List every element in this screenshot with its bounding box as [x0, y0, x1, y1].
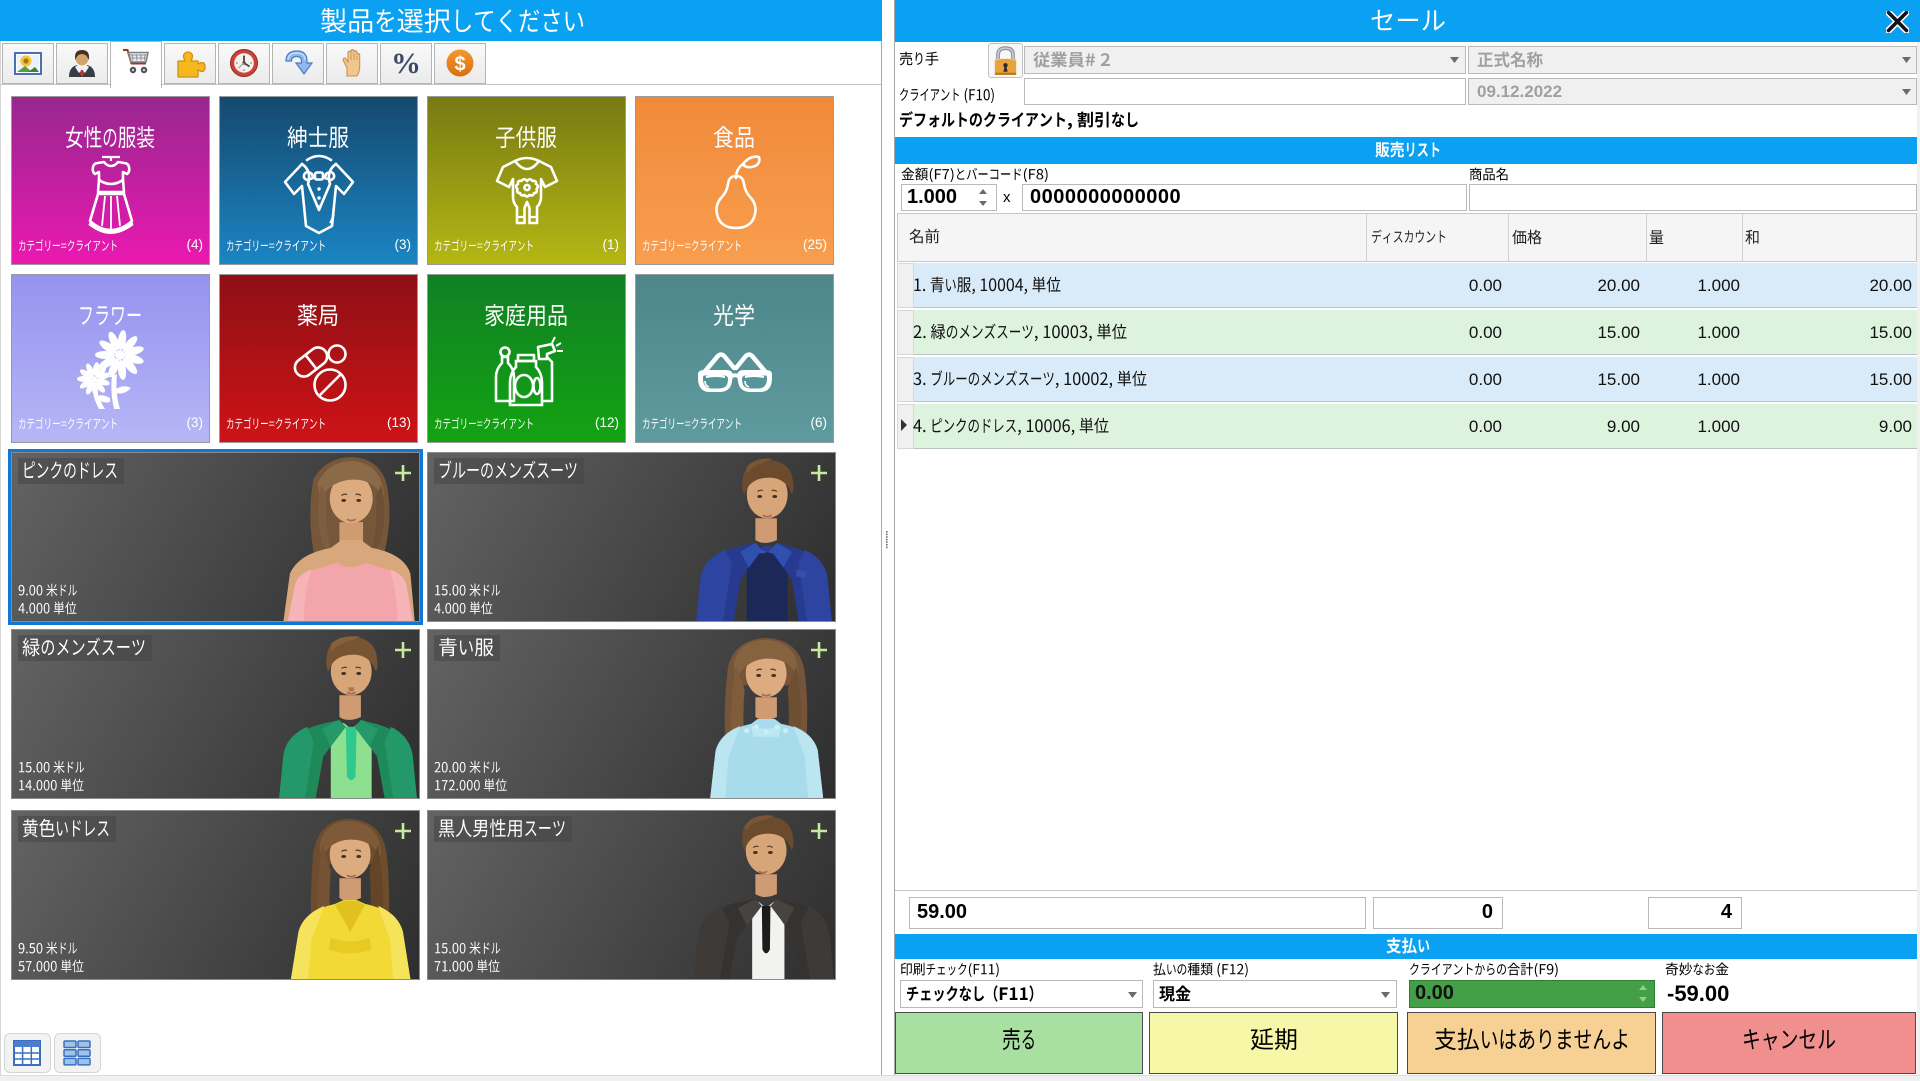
svg-text:$: $: [454, 54, 465, 76]
svg-text:%: %: [391, 47, 421, 79]
